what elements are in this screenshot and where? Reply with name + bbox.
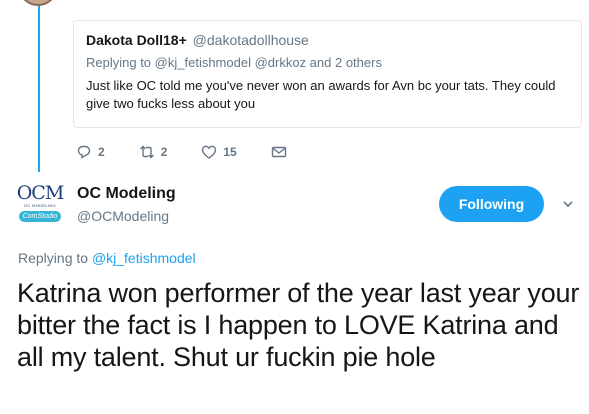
like-count: 15	[223, 145, 237, 159]
quoted-tweet-header: Dakota Doll18+ @dakotadollhouse	[86, 31, 569, 49]
tweet-text: Katrina won performer of the year last y…	[17, 278, 580, 372]
quoted-replying-users[interactable]: @kj_fetishmodel @drkkoz and 2 others	[155, 55, 382, 70]
author-handle[interactable]: @OCModeling	[77, 207, 176, 225]
retweet-count: 2	[160, 145, 168, 159]
heart-icon	[202, 145, 217, 159]
reply-button[interactable]: 2	[76, 144, 105, 160]
like-button[interactable]: 15	[201, 144, 237, 160]
reply-icon	[77, 145, 91, 159]
quoted-tweet-display-name[interactable]: Dakota Doll18+	[86, 32, 187, 48]
quoted-tweet-handle[interactable]: @dakotadollhouse	[193, 32, 309, 48]
mail-icon	[271, 146, 286, 158]
quoted-tweet-text: Just like OC told me you've never won an…	[86, 78, 556, 111]
tweet-author: OC Modeling @OCModeling	[77, 184, 176, 225]
replying-user-link[interactable]: @kj_fetishmodel	[92, 250, 196, 266]
tweet-action-bar: 2 2 15	[76, 142, 327, 162]
avatar[interactable]: OCM OC MODELING ComStudio	[14, 183, 66, 227]
replying-to: Replying to @kj_fetishmodel	[18, 249, 196, 267]
direct-message-button[interactable]	[271, 144, 293, 160]
author-display-name[interactable]: OC Modeling	[77, 184, 176, 204]
replying-prefix: Replying to	[18, 250, 89, 266]
quoted-tweet-card[interactable]: Dakota Doll18+ @dakotadollhouse Replying…	[73, 20, 582, 128]
previous-tweet-avatar[interactable]	[18, 0, 58, 6]
quoted-replying-prefix: Replying to	[86, 55, 152, 70]
retweet-icon	[139, 145, 154, 159]
quoted-tweet-replying-to: Replying to @kj_fetishmodel @drkkoz and …	[86, 55, 569, 71]
avatar-logo-text: OCM	[16, 182, 65, 204]
chevron-down-icon[interactable]	[562, 198, 574, 210]
following-button[interactable]: Following	[439, 186, 544, 222]
thread-connector-line	[38, 0, 40, 172]
reply-count: 2	[98, 145, 105, 159]
avatar-logo-pill: ComStudio	[19, 211, 61, 222]
retweet-button[interactable]: 2	[139, 144, 168, 160]
